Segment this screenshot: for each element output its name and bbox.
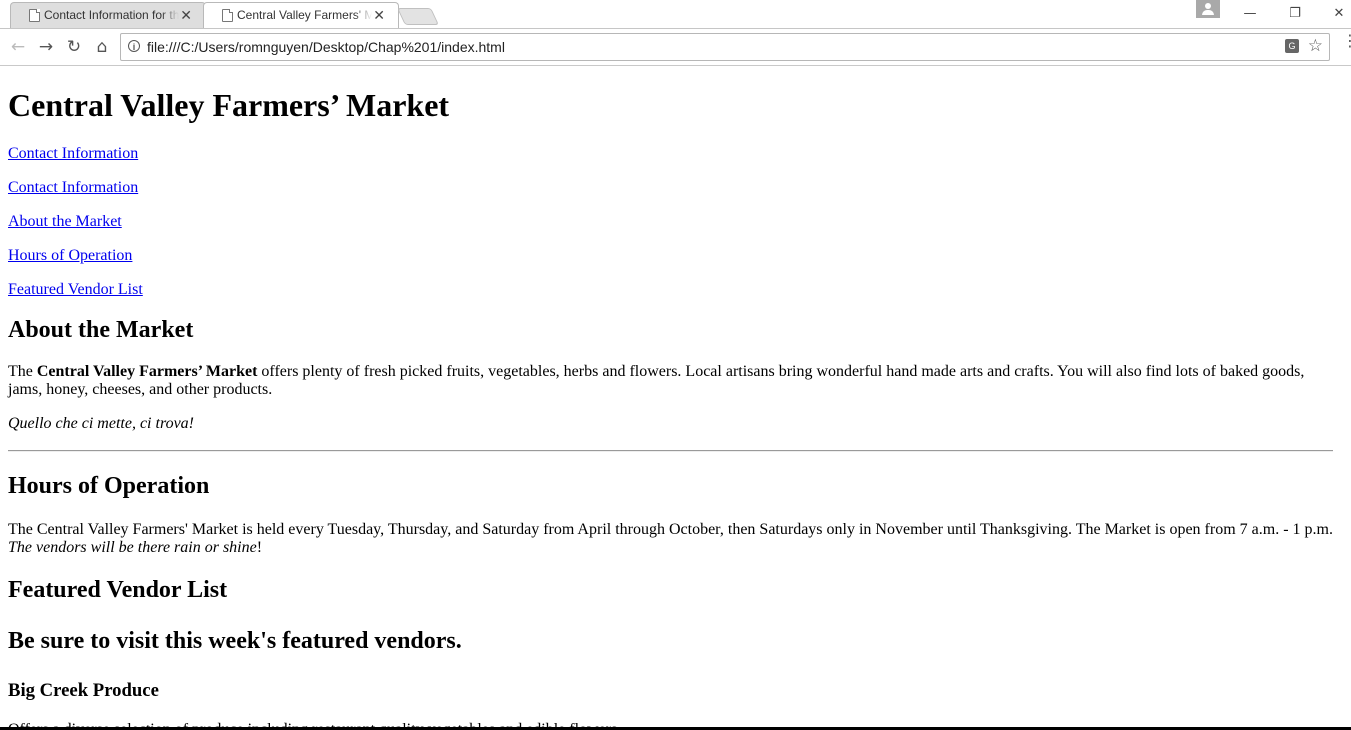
vendor-name: Big Creek Produce <box>8 680 159 701</box>
nav-link-contact[interactable]: Contact Information <box>8 145 138 162</box>
nav-link-item: Featured Vendor List <box>8 281 1333 299</box>
hours-text: The Central Valley Farmers' Market is he… <box>8 521 1333 538</box>
menu-icon[interactable]: ⋮ <box>1342 33 1351 56</box>
tab-close-icon[interactable]: ✕ <box>373 7 385 24</box>
nav-link-vendors[interactable]: Featured Vendor List <box>8 281 143 298</box>
market-name-bold: Central Valley Farmers’ Market <box>36 363 258 380</box>
tab-title: Contact Information for the <box>44 8 179 22</box>
browser-toolbar: ← → ↻ ⌂ i file:///C:/Users/romnguyen/Des… <box>0 29 1351 66</box>
about-heading: About the Market <box>8 317 194 343</box>
tab-contact-info[interactable]: Contact Information for the ✕ <box>10 2 206 29</box>
avatar-body <box>1202 10 1214 15</box>
nav-link-item: Hours of Operation <box>8 247 1333 265</box>
about-text-prefix: The <box>8 363 37 380</box>
motto-text: Quello che ci mette, ci trova! <box>8 415 194 432</box>
back-arrow-icon[interactable]: ← <box>7 36 29 58</box>
profile-avatar-icon[interactable] <box>1196 0 1220 18</box>
page-content: Central Valley Farmers’ Market Contact I… <box>0 66 1341 730</box>
address-bar[interactable]: i file:///C:/Users/romnguyen/Desktop/Cha… <box>120 33 1330 61</box>
hours-heading: Hours of Operation <box>8 473 210 499</box>
document-icon <box>222 9 233 22</box>
nav-link-item: Contact Information <box>8 145 1333 163</box>
scrollbar[interactable] <box>1341 66 1351 730</box>
home-icon[interactable]: ⌂ <box>91 36 113 58</box>
tab-close-icon[interactable]: ✕ <box>180 7 192 24</box>
hours-exclaim: ! <box>256 539 263 556</box>
restore-button[interactable]: ❐ <box>1273 0 1317 28</box>
reload-icon[interactable]: ↻ <box>63 36 85 58</box>
nav-link-item: Contact Information <box>8 179 1333 197</box>
rain-or-shine-text: The vendors will be there rain or shine <box>8 539 257 556</box>
nav-link-contact-2[interactable]: Contact Information <box>8 179 138 196</box>
translate-icon[interactable]: G <box>1285 39 1299 53</box>
nav-link-about[interactable]: About the Market <box>8 213 122 230</box>
forward-arrow-icon[interactable]: → <box>35 36 57 58</box>
nav-link-hours[interactable]: Hours of Operation <box>8 247 132 264</box>
address-url[interactable]: file:///C:/Users/romnguyen/Desktop/Chap%… <box>147 39 505 55</box>
close-window-button[interactable]: ✕ <box>1317 0 1351 28</box>
tab-title: Central Valley Farmers' Market <box>237 8 372 22</box>
nav-link-item: About the Market <box>8 213 1333 231</box>
new-tab-button[interactable] <box>397 8 439 25</box>
tab-central-valley[interactable]: Central Valley Farmers' Market ✕ <box>203 2 399 29</box>
document-icon <box>29 9 40 22</box>
tab-strip: Contact Information for the ✕ Central Va… <box>0 0 1351 29</box>
vendors-subheading: Be sure to visit this week's featured ve… <box>8 628 462 654</box>
section-divider <box>8 450 1333 452</box>
hours-paragraph: The Central Valley Farmers' Market is he… <box>8 521 1333 557</box>
motto-paragraph: Quello che ci mette, ci trova! <box>8 415 1333 433</box>
page-title: Central Valley Farmers’ Market <box>8 87 450 123</box>
bookmark-star-icon[interactable]: ☆ <box>1308 36 1323 56</box>
info-icon[interactable]: i <box>128 40 140 52</box>
vendors-heading: Featured Vendor List <box>8 577 228 603</box>
avatar-head <box>1205 3 1211 9</box>
about-paragraph: The Central Valley Farmers’ Market offer… <box>8 363 1333 399</box>
minimize-button[interactable]: — <box>1228 0 1272 28</box>
